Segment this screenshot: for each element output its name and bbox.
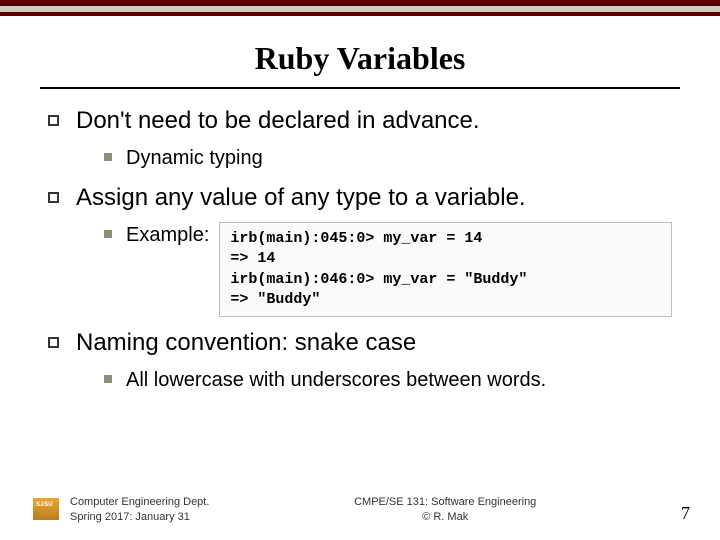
code-block: irb(main):045:0> my_var = 14 => 14 irb(m… bbox=[219, 222, 672, 317]
example-row: Example: irb(main):045:0> my_var = 14 =>… bbox=[126, 222, 672, 317]
university-logo: SJSU bbox=[30, 496, 62, 524]
bullet-list: Don't need to be declared in advance. Dy… bbox=[48, 107, 672, 394]
sub-item: Dynamic typing bbox=[104, 145, 672, 172]
footer-left: SJSU Computer Engineering Dept. Spring 2… bbox=[30, 495, 209, 524]
code-line: irb(main):045:0> my_var = 14 bbox=[230, 229, 661, 249]
small-square-icon bbox=[104, 375, 112, 383]
sub-list: Dynamic typing bbox=[104, 145, 672, 172]
sub-item: All lowercase with underscores between w… bbox=[104, 367, 672, 394]
bullet-text: Don't need to be declared in advance. bbox=[76, 107, 480, 134]
logo-text: SJSU bbox=[36, 502, 53, 508]
square-bullet-icon bbox=[48, 337, 59, 348]
sub-item-example: Example: irb(main):045:0> my_var = 14 =>… bbox=[104, 222, 672, 317]
code-line: irb(main):046:0> my_var = "Buddy" bbox=[230, 270, 661, 290]
bullet-text: Assign any value of any type to a variab… bbox=[76, 184, 526, 211]
sub-text: Dynamic typing bbox=[126, 147, 263, 169]
small-square-icon bbox=[104, 230, 112, 238]
bullet-item-1: Don't need to be declared in advance. Dy… bbox=[48, 107, 672, 172]
content-area: Don't need to be declared in advance. Dy… bbox=[0, 89, 720, 394]
code-line: => "Buddy" bbox=[230, 290, 661, 310]
bar-dark-bottom bbox=[0, 12, 720, 16]
dept-info: Computer Engineering Dept. Spring 2017: … bbox=[70, 495, 209, 524]
slide: Ruby Variables Don't need to be declared… bbox=[0, 0, 720, 540]
sub-list: All lowercase with underscores between w… bbox=[104, 367, 672, 394]
dept-line: Computer Engineering Dept. bbox=[70, 495, 209, 509]
code-line: => 14 bbox=[230, 249, 661, 269]
course-line: © R. Mak bbox=[209, 510, 681, 524]
bullet-item-3: Naming convention: snake case All lowerc… bbox=[48, 329, 672, 394]
example-label: Example: bbox=[126, 222, 209, 249]
sub-list: Example: irb(main):045:0> my_var = 14 =>… bbox=[104, 222, 672, 317]
square-bullet-icon bbox=[48, 192, 59, 203]
square-bullet-icon bbox=[48, 115, 59, 126]
footer: SJSU Computer Engineering Dept. Spring 2… bbox=[0, 495, 720, 524]
dept-line: Spring 2017: January 31 bbox=[70, 510, 209, 524]
sub-text: All lowercase with underscores between w… bbox=[126, 369, 546, 391]
small-square-icon bbox=[104, 153, 112, 161]
bullet-text: Naming convention: snake case bbox=[76, 329, 416, 356]
course-info: CMPE/SE 131: Software Engineering © R. M… bbox=[209, 495, 681, 524]
slide-title: Ruby Variables bbox=[0, 40, 720, 77]
bullet-item-2: Assign any value of any type to a variab… bbox=[48, 184, 672, 317]
header-bars bbox=[0, 0, 720, 16]
course-line: CMPE/SE 131: Software Engineering bbox=[209, 495, 681, 509]
page-number: 7 bbox=[681, 503, 690, 524]
